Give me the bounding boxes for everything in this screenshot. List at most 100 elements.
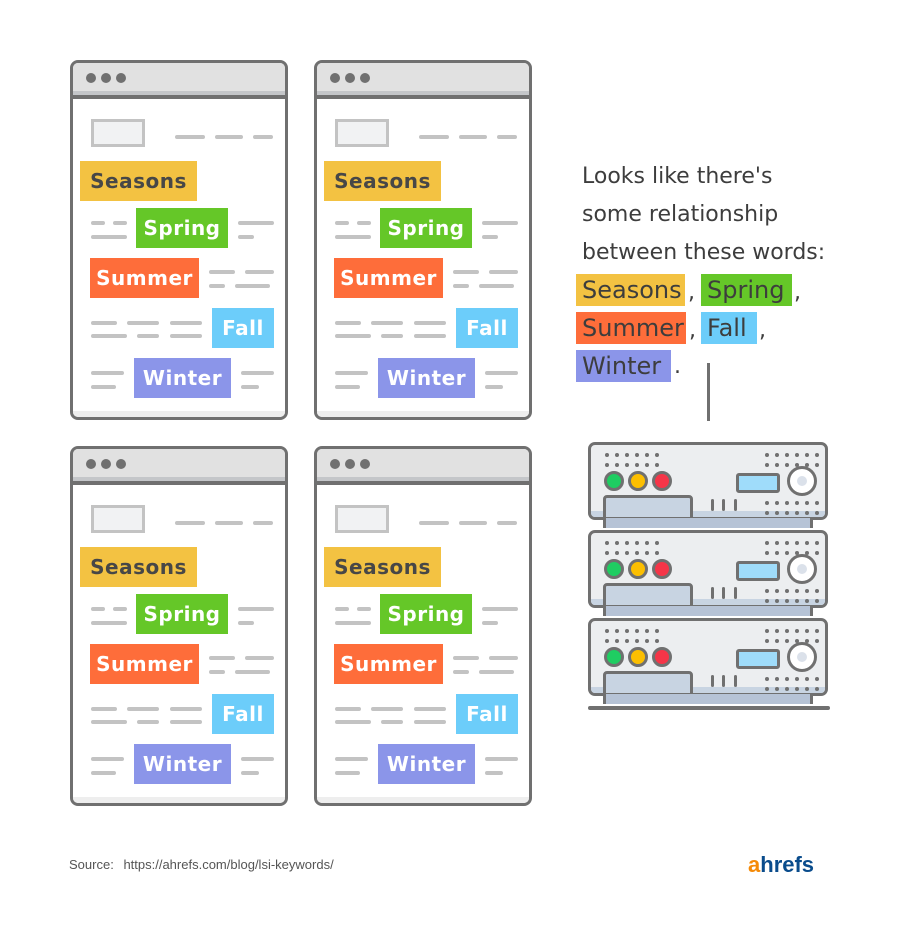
text-line (245, 656, 274, 660)
browser-bottom (317, 411, 529, 417)
connector-line (707, 363, 710, 421)
text-line (497, 135, 517, 139)
browser-title-bar (73, 63, 285, 99)
text-line (381, 334, 403, 338)
slot-icon (734, 587, 737, 599)
slot-icon (711, 587, 714, 599)
browser-window: Seasons Spring Summer Fall Winter (70, 60, 288, 420)
tag-summer: Summer (334, 258, 443, 298)
server-rail (603, 694, 813, 704)
power-knob-icon (787, 642, 817, 672)
text-line (453, 670, 469, 674)
text-line (419, 521, 449, 525)
slot-icon (722, 675, 725, 687)
vent-dots-icon (765, 501, 819, 515)
slot-icon (734, 675, 737, 687)
text-line (419, 135, 449, 139)
tag-winter: Winter (134, 358, 231, 398)
text-line (335, 221, 349, 225)
text-line (91, 757, 124, 761)
browser-title-bar (317, 63, 529, 99)
highlight-fall: Fall (701, 312, 757, 344)
slot-icon (711, 499, 714, 511)
text-line (235, 670, 270, 674)
text-line (482, 221, 518, 225)
image-placeholder-icon (91, 119, 145, 147)
text-line (91, 621, 127, 625)
text-line (335, 621, 371, 625)
led-green-icon (604, 647, 624, 667)
tag-spring: Spring (380, 594, 472, 634)
tag-seasons: Seasons (80, 161, 197, 201)
tag-summer: Summer (90, 644, 199, 684)
text-line (170, 707, 202, 711)
logo-a: a (748, 852, 761, 877)
text-line (485, 757, 518, 761)
highlight-spring: Spring (701, 274, 792, 306)
caption-text: Looks like there's some relationship bet… (582, 158, 882, 272)
slot-icon (722, 499, 725, 511)
highlight-winter: Winter (576, 350, 671, 382)
text-line (357, 221, 371, 225)
text-line (238, 607, 274, 611)
browser-bottom (73, 797, 285, 803)
server-unit (588, 530, 828, 608)
text-line (482, 621, 498, 625)
window-dot-icon (86, 73, 96, 83)
server-unit (588, 618, 828, 696)
window-dot-icon (330, 73, 340, 83)
text-line (91, 607, 105, 611)
server-tray (603, 583, 693, 605)
text-line (371, 707, 403, 711)
text-line (489, 270, 518, 274)
led-red-icon (652, 647, 672, 667)
window-dot-icon (101, 459, 111, 469)
image-placeholder-icon (335, 119, 389, 147)
led-green-icon (604, 471, 624, 491)
server-rail (603, 606, 813, 616)
highlight-seasons: Seasons (576, 274, 685, 306)
led-yellow-icon (628, 647, 648, 667)
window-dot-icon (86, 459, 96, 469)
window-dot-icon (330, 459, 340, 469)
text-line (414, 334, 446, 338)
text-line (137, 334, 159, 338)
vent-dots-icon (765, 453, 819, 467)
text-line (335, 757, 368, 761)
vent-dots-icon (605, 541, 659, 555)
text-line (357, 607, 371, 611)
tag-fall: Fall (212, 308, 274, 348)
led-red-icon (652, 559, 672, 579)
slot-icon (711, 675, 714, 687)
text-line (91, 707, 117, 711)
text-line (91, 771, 116, 775)
browser-title-bar (73, 449, 285, 485)
text-line (414, 720, 446, 724)
tag-fall: Fall (456, 694, 518, 734)
text-line (170, 334, 202, 338)
text-line (482, 235, 498, 239)
text-line (238, 235, 254, 239)
power-knob-icon (787, 554, 817, 584)
server-base (588, 706, 830, 710)
text-line (489, 656, 518, 660)
ahrefs-logo: ahrefs (748, 852, 814, 878)
text-line (414, 707, 446, 711)
text-line (335, 321, 361, 325)
text-line (215, 521, 243, 525)
comma: , (794, 280, 801, 305)
source-label: Source: (69, 857, 114, 872)
text-line (91, 321, 117, 325)
text-line (253, 521, 273, 525)
text-line (453, 284, 469, 288)
window-dot-icon (345, 459, 355, 469)
text-line (127, 707, 159, 711)
text-line (453, 270, 479, 274)
slot-icon (722, 587, 725, 599)
source-url[interactable]: https://ahrefs.com/blog/lsi-keywords/ (123, 857, 333, 872)
text-line (113, 221, 127, 225)
text-line (414, 321, 446, 325)
text-line (91, 334, 127, 338)
led-red-icon (652, 471, 672, 491)
text-line (113, 607, 127, 611)
